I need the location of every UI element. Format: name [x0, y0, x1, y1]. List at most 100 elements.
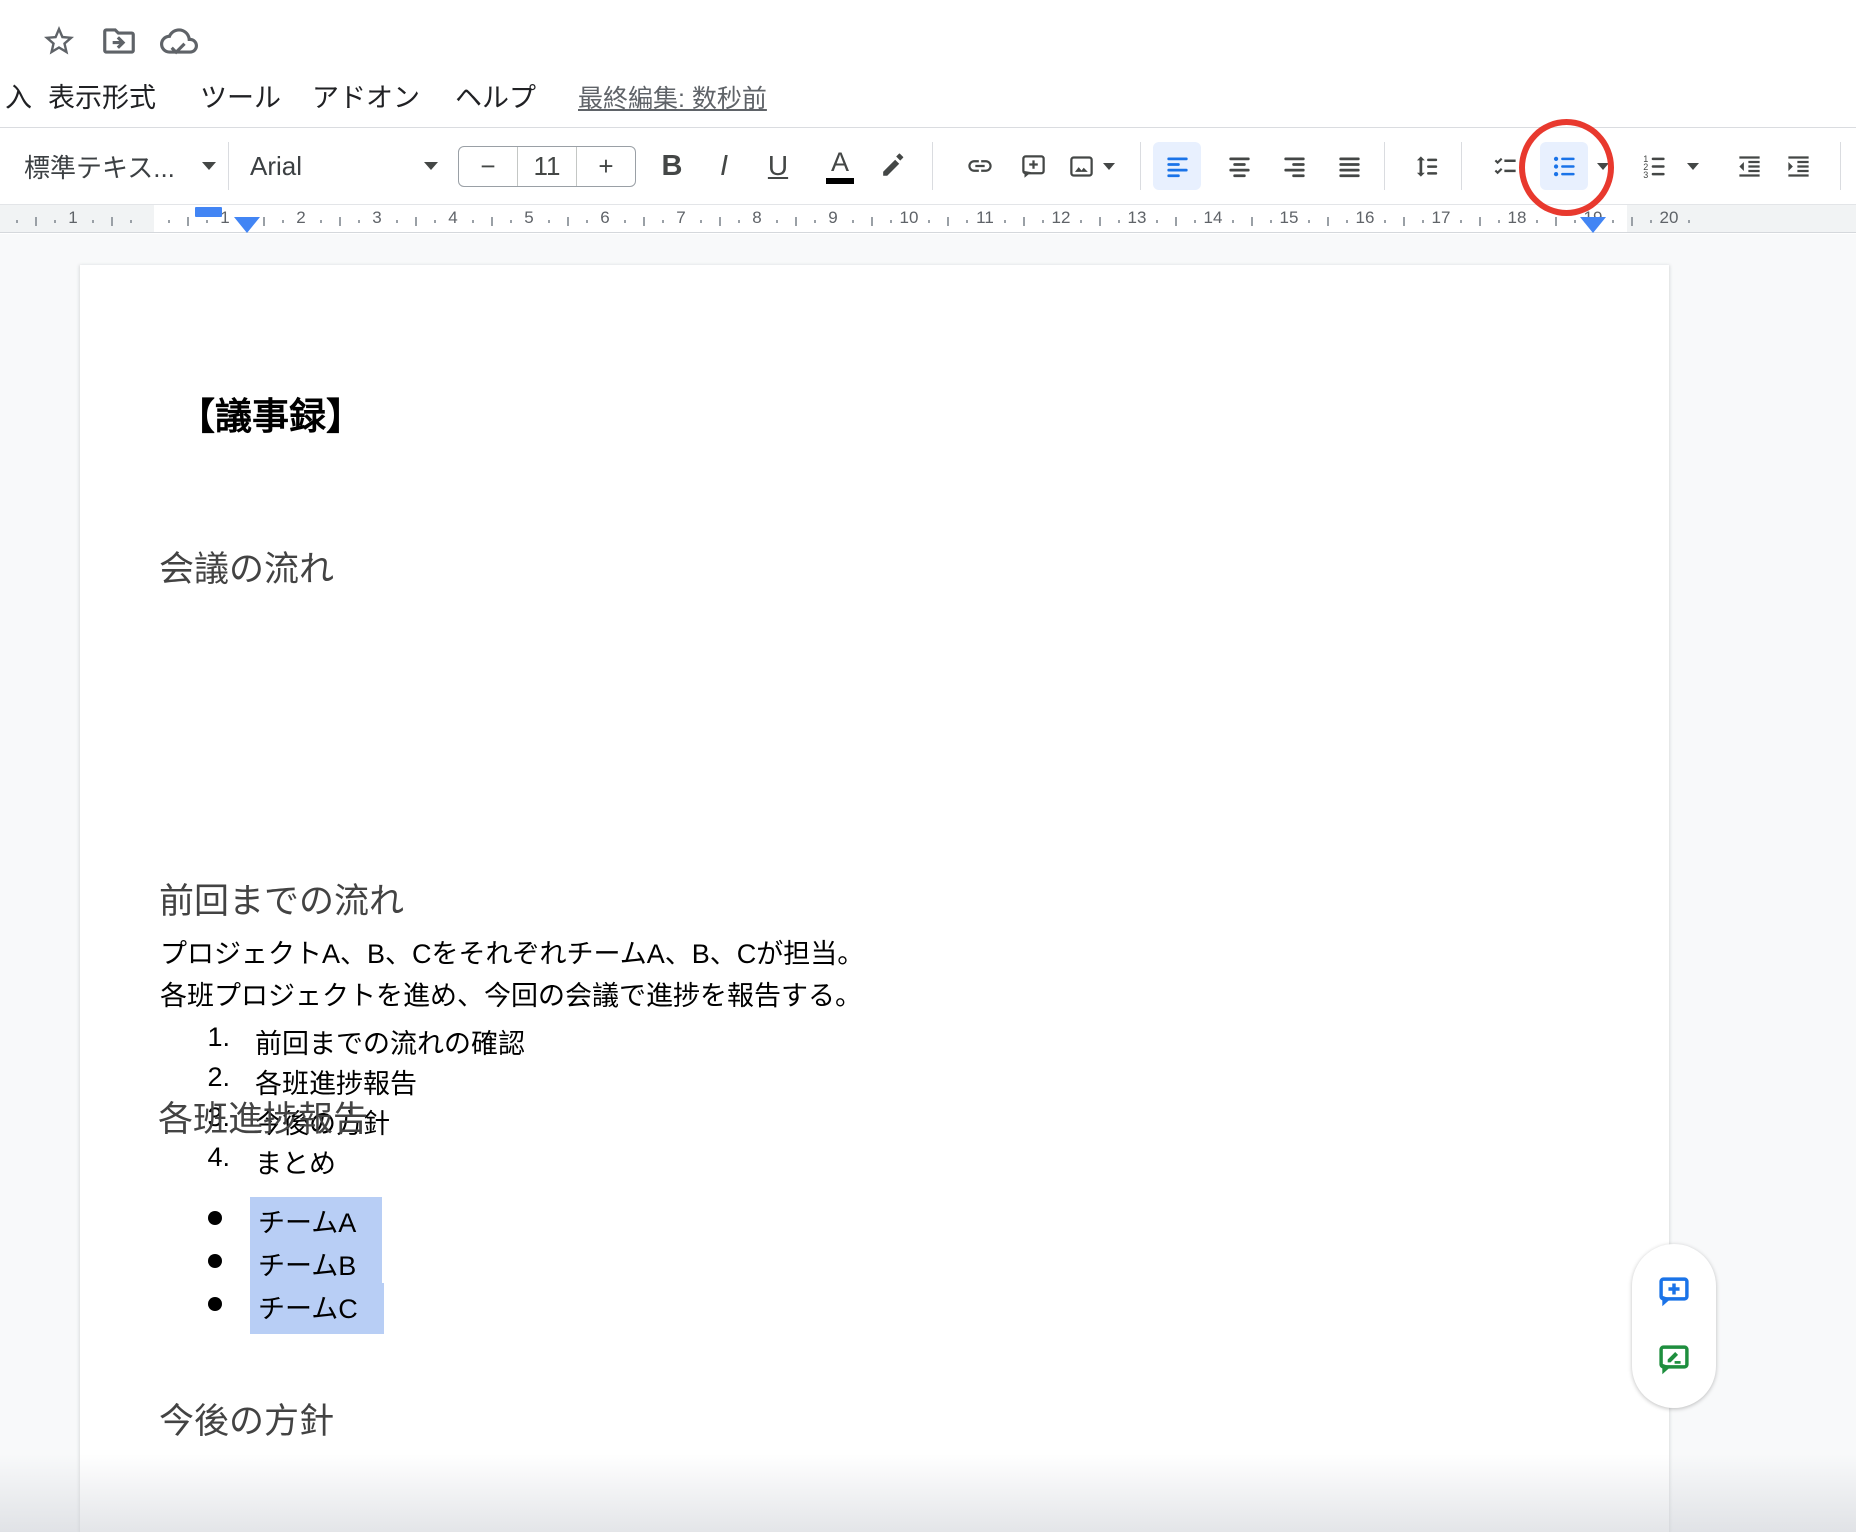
heading-progress[interactable]: 各班進捗報告 [158, 1091, 368, 1142]
svg-text:3: 3 [1643, 169, 1648, 179]
add-comment-icon [1656, 1274, 1692, 1310]
align-right-button[interactable] [1270, 142, 1318, 190]
ruler-tick [1327, 217, 1329, 226]
menu-addons[interactable]: アドオン [312, 76, 420, 115]
ruler-tick [339, 217, 341, 226]
ruler-tick [168, 220, 170, 223]
ruler-tick [16, 220, 18, 223]
ruler-tick [814, 220, 816, 223]
ruler-tick [396, 220, 398, 223]
ruler-number: 9 [828, 208, 837, 228]
menu-format[interactable]: 表示形式 [48, 76, 156, 115]
increase-indent-button[interactable] [1774, 142, 1822, 190]
menu-insert-partial[interactable]: 入 [5, 76, 32, 115]
bold-button[interactable]: B [648, 142, 696, 190]
italic-button[interactable]: I [700, 142, 748, 190]
italic-glyph: I [720, 150, 728, 183]
heading-policy[interactable]: 今後の方針 [159, 1393, 334, 1444]
checklist-button[interactable] [1481, 142, 1529, 190]
toolbar-divider [932, 142, 933, 190]
increase-font-size-button[interactable]: + [576, 147, 635, 186]
cloud-check-icon[interactable] [160, 22, 198, 60]
toolbar-divider [1840, 142, 1841, 190]
list-text: まとめ [255, 1142, 336, 1181]
bold-glyph: B [662, 150, 683, 183]
ruler-tick [510, 220, 512, 223]
numbered-list-menu-arrow[interactable] [1683, 142, 1703, 190]
paragraph-line[interactable]: 各班プロジェクトを進め、今回の会議で進捗を報告する。 [160, 975, 862, 1017]
ruler-tick [415, 217, 417, 226]
heading-previous[interactable]: 前回までの流れ [159, 873, 404, 924]
chevron-down-icon [202, 162, 216, 170]
ruler-tick [719, 217, 721, 226]
menu-help[interactable]: ヘルプ [455, 76, 536, 115]
toolbar-divider [1384, 142, 1385, 190]
right-indent-marker[interactable] [1580, 217, 1606, 233]
ruler-tick [1403, 217, 1405, 226]
numbered-list-button[interactable]: 123 [1630, 142, 1678, 190]
ruler-tick [738, 220, 740, 223]
ruler-tick [187, 217, 189, 226]
ruler-number: 6 [600, 208, 609, 228]
ruler-tick [1384, 220, 1386, 223]
ruler-tick [206, 220, 208, 223]
bulleted-list-menu-arrow[interactable] [1593, 142, 1613, 190]
ruler-tick [890, 220, 892, 223]
justify-button[interactable] [1325, 142, 1373, 190]
menu-tools[interactable]: ツール [200, 76, 281, 115]
ruler-number: 8 [752, 208, 761, 228]
move-folder-icon[interactable] [100, 22, 138, 60]
ruler-tick [1631, 217, 1633, 226]
text-color-button[interactable]: A [816, 142, 864, 190]
ruler-tick [1251, 217, 1253, 226]
justify-icon [1336, 153, 1363, 180]
align-right-icon [1281, 153, 1308, 180]
heading-agenda[interactable]: 会議の流れ [159, 541, 334, 592]
ruler-tick [1555, 217, 1557, 226]
ruler-number: 11 [976, 208, 994, 228]
selected-text: チームC [250, 1283, 384, 1334]
ruler-tick [130, 220, 132, 223]
highlight-color-button[interactable] [870, 142, 918, 190]
left-indent-marker[interactable] [195, 207, 222, 217]
font-dropdown[interactable]: Arial [250, 142, 438, 190]
paragraph-style-dropdown[interactable]: 標準テキス... [24, 142, 216, 190]
ruler-tick [966, 220, 968, 223]
highlighter-icon [881, 153, 907, 179]
list-text: 前回までの流れの確認 [255, 1022, 525, 1061]
doc-title[interactable]: 【議事録】 [178, 386, 363, 440]
font-size-value[interactable]: 11 [517, 147, 576, 186]
ruler-number: 1 [68, 208, 77, 228]
first-line-indent-marker[interactable] [234, 217, 260, 233]
ruler-tick [1023, 217, 1025, 226]
insert-image-button[interactable] [1054, 142, 1128, 190]
document-page[interactable]: 【議事録】 会議の流れ 1. 前回までの流れの確認 2. 各班進捗報告 3. 今… [80, 265, 1669, 1532]
add-comment-float-button[interactable] [1650, 1268, 1698, 1316]
suggest-edits-button[interactable] [1650, 1336, 1698, 1384]
ruler-tick [548, 220, 550, 223]
ruler-tick [1498, 220, 1500, 223]
line-spacing-button[interactable] [1402, 142, 1450, 190]
ruler-tick [320, 220, 322, 223]
paragraph-line[interactable]: プロジェクトA、B、CをそれぞれチームA、B、Cが担当。 [160, 933, 864, 975]
underline-glyph: U [768, 150, 788, 182]
floating-comment-pill [1632, 1244, 1716, 1408]
suggest-edit-icon [1656, 1342, 1692, 1378]
align-left-button[interactable] [1153, 142, 1201, 190]
font-value: Arial [250, 151, 302, 182]
decrease-font-size-button[interactable]: − [459, 147, 517, 186]
align-center-button[interactable] [1215, 142, 1263, 190]
add-comment-button[interactable] [1009, 142, 1057, 190]
ruler-number: 16 [1356, 208, 1375, 228]
last-edit-link[interactable]: 最終編集: 数秒前 [578, 79, 767, 115]
bulleted-list-button[interactable] [1540, 142, 1588, 190]
star-icon[interactable] [40, 22, 78, 60]
ruler[interactable]: 11234567891011121314151617181920 [0, 204, 1856, 233]
insert-link-button[interactable] [956, 142, 1004, 190]
ruler-number: 14 [1204, 208, 1223, 228]
underline-button[interactable]: U [754, 142, 802, 190]
add-comment-icon [1020, 153, 1047, 180]
decrease-indent-button[interactable] [1725, 142, 1773, 190]
ruler-tick [795, 217, 797, 226]
titlebar-icons [40, 22, 198, 60]
